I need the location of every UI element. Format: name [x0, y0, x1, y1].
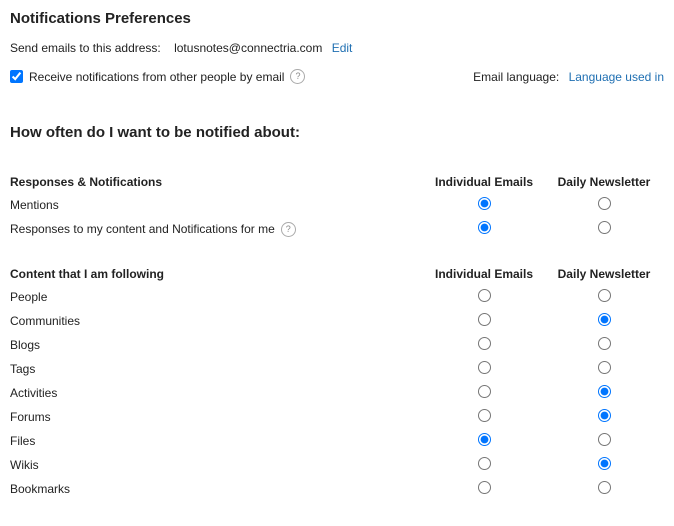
help-icon[interactable]: ?	[281, 222, 296, 237]
radio-individual[interactable]	[478, 361, 491, 374]
radio-individual[interactable]	[478, 197, 491, 210]
edit-email-link[interactable]: Edit	[332, 41, 353, 55]
table-row: Wikis	[10, 453, 664, 477]
radio-daily[interactable]	[598, 457, 611, 470]
radio-individual[interactable]	[478, 433, 491, 446]
help-icon[interactable]: ?	[290, 69, 305, 84]
radio-individual[interactable]	[478, 409, 491, 422]
receive-notifications-label[interactable]: Receive notifications from other people …	[29, 70, 284, 84]
radio-daily[interactable]	[598, 433, 611, 446]
radio-daily[interactable]	[598, 337, 611, 350]
row-label: Responses to my content and Notification…	[10, 222, 275, 236]
row-label: Activities	[10, 386, 57, 400]
table-row: Mentions	[10, 193, 664, 217]
radio-individual[interactable]	[478, 481, 491, 494]
column-header-daily: Daily Newsletter	[544, 263, 664, 285]
receive-notifications-row: Receive notifications from other people …	[10, 69, 305, 84]
radio-individual[interactable]	[478, 337, 491, 350]
row-label: Blogs	[10, 338, 40, 352]
table-row: Forums	[10, 405, 664, 429]
page-title: Notifications Preferences	[10, 10, 664, 27]
table-row: Responses to my content and Notification…	[10, 217, 664, 241]
table-row: Activities	[10, 381, 664, 405]
receive-notifications-checkbox[interactable]	[10, 70, 23, 83]
radio-individual[interactable]	[478, 313, 491, 326]
email-address-value: lotusnotes@connectria.com	[174, 41, 322, 55]
preferences-table: Responses & NotificationsIndividual Emai…	[10, 171, 664, 501]
radio-daily[interactable]	[598, 385, 611, 398]
section-title: How often do I want to be notified about…	[10, 124, 664, 141]
table-row: Tags	[10, 357, 664, 381]
table-row: Blogs	[10, 333, 664, 357]
table-row: People	[10, 285, 664, 309]
row-label: Wikis	[10, 458, 39, 472]
email-language-row: Email language: Language used in	[473, 70, 664, 84]
row-label: Tags	[10, 362, 35, 376]
row-label: Forums	[10, 410, 51, 424]
column-header-individual: Individual Emails	[424, 171, 544, 193]
row-label: Files	[10, 434, 35, 448]
radio-daily[interactable]	[598, 197, 611, 210]
radio-daily[interactable]	[598, 409, 611, 422]
column-header-daily: Daily Newsletter	[544, 171, 664, 193]
row-label: Mentions	[10, 198, 59, 212]
radio-daily[interactable]	[598, 221, 611, 234]
email-language-label: Email language:	[473, 70, 559, 84]
row-label: People	[10, 290, 47, 304]
email-address-line: Send emails to this address: lotusnotes@…	[10, 41, 664, 55]
row-label: Communities	[10, 314, 80, 328]
table-row: Communities	[10, 309, 664, 333]
radio-individual[interactable]	[478, 457, 491, 470]
row-label: Bookmarks	[10, 482, 70, 496]
group-header: Responses & Notifications	[10, 171, 424, 193]
group-header: Content that I am following	[10, 263, 424, 285]
table-row: Files	[10, 429, 664, 453]
column-header-individual: Individual Emails	[424, 263, 544, 285]
email-address-label: Send emails to this address:	[10, 41, 161, 55]
email-language-link[interactable]: Language used in	[569, 70, 664, 84]
radio-daily[interactable]	[598, 481, 611, 494]
radio-daily[interactable]	[598, 313, 611, 326]
radio-individual[interactable]	[478, 221, 491, 234]
table-row: Bookmarks	[10, 477, 664, 501]
radio-individual[interactable]	[478, 289, 491, 302]
radio-daily[interactable]	[598, 289, 611, 302]
radio-individual[interactable]	[478, 385, 491, 398]
radio-daily[interactable]	[598, 361, 611, 374]
